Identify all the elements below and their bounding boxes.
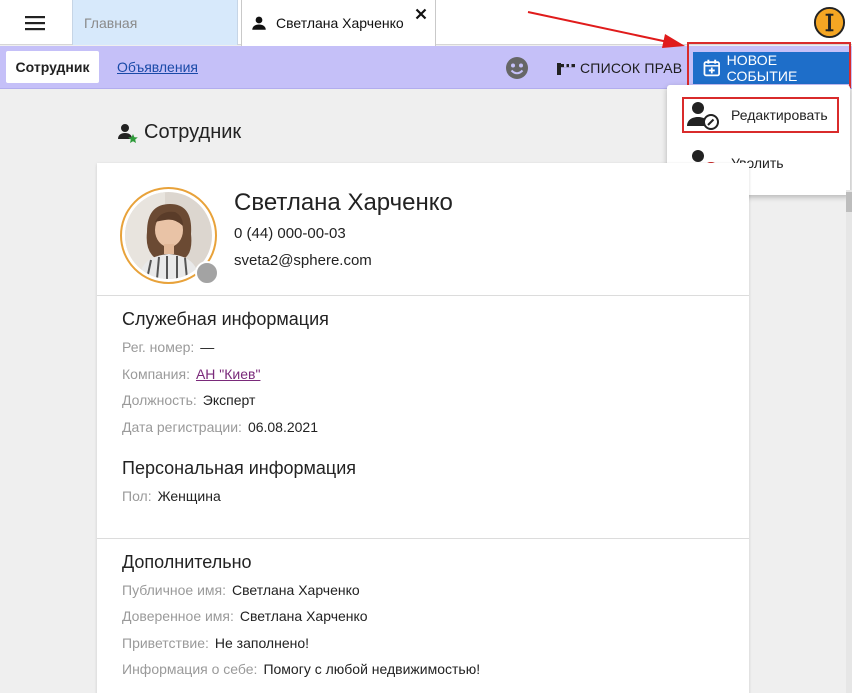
reg-number-row: Рег. номер: — bbox=[122, 339, 214, 355]
employee-phone: 0 (44) 000-00-03 bbox=[234, 225, 346, 242]
tab-label: Светлана Харченко bbox=[276, 15, 404, 31]
page-title: Сотрудник bbox=[117, 121, 241, 144]
field-label: Дата регистрации: bbox=[122, 419, 242, 435]
top-tab-bar: Главная Светлана Харченко bbox=[0, 0, 852, 46]
app-logo-icon[interactable] bbox=[813, 6, 846, 39]
employee-email: sveta2@sphere.com bbox=[234, 252, 372, 269]
divider bbox=[97, 538, 749, 539]
position-row: Должность: Эксперт bbox=[122, 392, 255, 408]
service-info-title: Служебная информация bbox=[122, 309, 329, 329]
scrollbar-thumb[interactable] bbox=[846, 192, 852, 212]
field-value: Эксперт bbox=[202, 392, 256, 408]
new-event-button[interactable]: НОВОЕ СОБЫТИЕ bbox=[693, 52, 849, 84]
field-label: Приветствие: bbox=[122, 635, 209, 651]
ads-link[interactable]: Объявления bbox=[117, 59, 198, 75]
field-value: Помогу с любой недвижимостью! bbox=[263, 661, 481, 677]
menu-item-label: Редактировать bbox=[731, 107, 828, 123]
field-label: Доверенное имя: bbox=[122, 608, 234, 624]
field-value: Не заполнено! bbox=[214, 635, 310, 651]
rights-list-label: СПИСОК ПРАВ bbox=[580, 60, 683, 76]
status-indicator bbox=[195, 261, 219, 285]
employee-card: Светлана Харченко 0 (44) 000-00-03 sveta… bbox=[97, 163, 749, 693]
field-label: Должность: bbox=[122, 392, 197, 408]
menu-button[interactable] bbox=[0, 0, 70, 45]
field-label: Информация о себе: bbox=[122, 661, 258, 677]
trusted-name-row: Доверенное имя: Светлана Харченко bbox=[122, 608, 368, 624]
employee-chip[interactable]: Сотрудник bbox=[6, 51, 99, 83]
divider bbox=[97, 295, 749, 296]
field-label: Рег. номер: bbox=[122, 339, 195, 355]
scrollbar-track[interactable] bbox=[846, 190, 852, 693]
close-icon[interactable] bbox=[415, 8, 427, 20]
personal-info-title: Персональная информация bbox=[122, 458, 357, 478]
gender-row: Пол: Женщина bbox=[122, 488, 221, 504]
section-toolbar: Сотрудник Объявления СПИСОК ПРАВ НОВОЕ С… bbox=[0, 46, 852, 89]
barrier-icon bbox=[557, 63, 575, 75]
field-value: — bbox=[200, 339, 215, 355]
field-value: Женщина bbox=[157, 488, 221, 504]
company-row: Компания: АН "Киев" bbox=[122, 366, 260, 382]
field-label: Публичное имя: bbox=[122, 582, 227, 598]
tab-employee-profile[interactable]: Светлана Харченко bbox=[241, 0, 436, 46]
calendar-add-icon bbox=[703, 59, 720, 77]
person-icon bbox=[252, 16, 266, 30]
employee-name: Светлана Харченко bbox=[234, 189, 453, 216]
field-label: Пол: bbox=[122, 488, 152, 504]
user-edit-icon bbox=[687, 102, 719, 130]
extra-info-title: Дополнительно bbox=[122, 552, 252, 572]
new-event-label: НОВОЕ СОБЫТИЕ bbox=[726, 52, 798, 84]
company-link[interactable]: АН "Киев" bbox=[196, 366, 260, 382]
page-title-text: Сотрудник bbox=[144, 121, 242, 143]
field-label: Компания: bbox=[122, 366, 190, 382]
greeting-row: Приветствие: Не заполнено! bbox=[122, 635, 309, 651]
field-value: Светлана Харченко bbox=[239, 608, 368, 624]
hamburger-icon bbox=[25, 15, 45, 30]
tab-home[interactable]: Главная bbox=[72, 0, 238, 45]
public-name-row: Публичное имя: Светлана Харченко bbox=[122, 582, 360, 598]
employee-star-icon bbox=[118, 123, 138, 143]
field-value: Светлана Харченко bbox=[232, 582, 360, 598]
face-icon[interactable] bbox=[505, 56, 529, 80]
menu-item-edit[interactable]: Редактировать bbox=[667, 93, 850, 137]
rights-list-button[interactable]: СПИСОК ПРАВ bbox=[556, 58, 682, 78]
field-value: 06.08.2021 bbox=[247, 419, 319, 435]
about-row: Информация о себе: Помогу с любой недвижи… bbox=[122, 661, 480, 677]
reg-date-row: Дата регистрации: 06.08.2021 bbox=[122, 419, 318, 435]
